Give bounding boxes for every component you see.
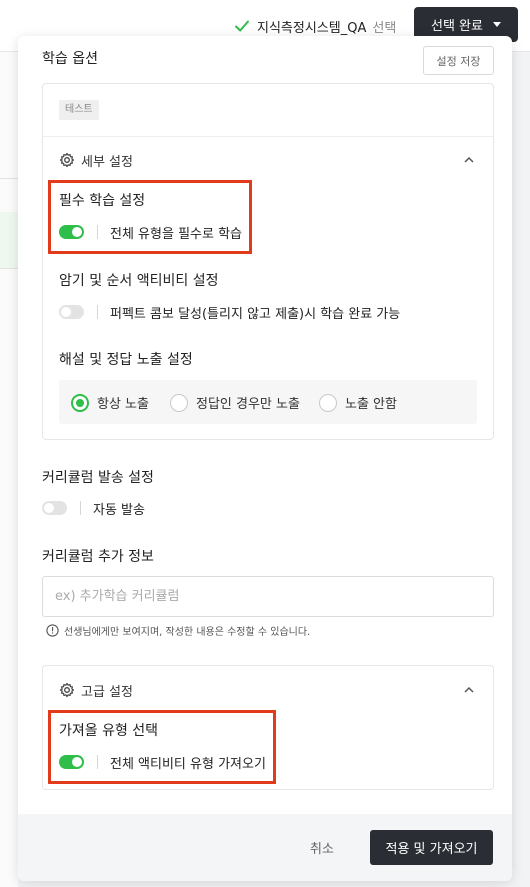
radio-label: 노출 안함 (345, 397, 397, 412)
curriculum-extra-heading: 커리큘럼 추가 정보 (42, 549, 154, 565)
divider (97, 225, 98, 239)
panel-footer: 취소 적용 및 가져오기 (18, 814, 512, 881)
divider (80, 501, 81, 515)
learning-options-card: 테스트 세부 설정 필수 학습 설정 전체 유형을 필수로 학습 암기 및 순서… (42, 83, 494, 440)
required-learning-label: 전체 유형을 필수로 학습 (110, 226, 242, 242)
required-learning-toggle[interactable] (59, 225, 84, 239)
panel-title: 학습 옵션 (42, 51, 98, 67)
memorize-order-row: 퍼펙트 콤보 달성(틀리지 않고 제출)시 학습 완료 가능 (59, 302, 400, 322)
background-divider (0, 178, 18, 179)
radio-button[interactable] (71, 393, 89, 412)
learning-options-panel: 학습 옵션 설정 저장 테스트 세부 설정 필수 학습 설정 전체 유형을 필수… (18, 36, 512, 881)
divider (97, 755, 98, 769)
selected-item-suffix: 선택 (372, 20, 397, 36)
test-tag: 테스트 (59, 100, 99, 120)
radio-button[interactable] (170, 393, 188, 412)
save-settings-button[interactable]: 설정 저장 (423, 46, 494, 75)
import-all-label: 전체 액티비티 유형 가져오기 (110, 756, 266, 772)
curriculum-extra-input[interactable] (42, 576, 494, 617)
apply-and-import-button[interactable]: 적용 및 가져오기 (370, 830, 493, 865)
gear-icon (59, 682, 75, 698)
detail-settings-header[interactable]: 세부 설정 (59, 150, 133, 170)
auto-send-label: 자동 발송 (93, 502, 145, 518)
background-selected-row (0, 212, 18, 268)
import-type-heading: 가져올 유형 선택 (59, 723, 159, 739)
explanation-radio-group: 항상 노출 정답인 경우만 노출 노출 안함 (59, 380, 477, 424)
chevron-up-icon[interactable] (463, 686, 475, 694)
caret-down-icon (492, 22, 501, 27)
radio-show-if-correct[interactable]: 정답인 경우만 노출 (170, 393, 300, 412)
curriculum-send-heading: 커리큘럼 발송 설정 (42, 470, 154, 486)
advanced-settings-card: 고급 설정 가져올 유형 선택 전체 액티비티 유형 가져오기 (42, 665, 494, 790)
background-divider (0, 268, 18, 269)
explanation-heading: 해설 및 정답 노출 설정 (59, 352, 193, 368)
required-learning-heading: 필수 학습 설정 (59, 193, 146, 209)
info-icon (46, 624, 59, 637)
cancel-button[interactable]: 취소 (310, 838, 334, 857)
check-icon (235, 20, 249, 32)
curriculum-send-row: 자동 발송 (42, 498, 145, 518)
perfect-combo-toggle[interactable] (59, 305, 84, 319)
memorize-order-heading: 암기 및 순서 액티비티 설정 (59, 273, 219, 289)
import-all-toggle[interactable] (59, 755, 84, 769)
curriculum-extra-note-text: 선생님에게만 보여지며, 작성한 내용은 수정할 수 있습니다. (64, 627, 311, 638)
tag-row: 테스트 (43, 84, 493, 137)
select-complete-label: 선택 완료 (431, 19, 483, 34)
selected-item-info: 지식측정시스템_QA 선택 (233, 14, 396, 38)
radio-button[interactable] (319, 393, 337, 412)
advanced-settings-header[interactable]: 고급 설정 (59, 680, 133, 700)
curriculum-extra-note: 선생님에게만 보여지며, 작성한 내용은 수정할 수 있습니다. (46, 623, 310, 638)
gear-icon (59, 152, 75, 168)
radio-label: 항상 노출 (97, 397, 149, 412)
radio-hide[interactable]: 노출 안함 (319, 393, 397, 412)
auto-send-toggle[interactable] (42, 501, 67, 515)
selected-item-name: 지식측정시스템_QA (257, 20, 367, 36)
perfect-combo-label: 퍼펙트 콤보 달성(틀리지 않고 제출)시 학습 완료 가능 (110, 306, 401, 322)
divider (97, 305, 98, 319)
advanced-settings-title: 고급 설정 (81, 684, 133, 700)
radio-always-show[interactable]: 항상 노출 (71, 393, 149, 412)
detail-settings-title: 세부 설정 (81, 154, 133, 170)
import-type-row: 전체 액티비티 유형 가져오기 (59, 752, 266, 772)
radio-label: 정답인 경우만 노출 (196, 397, 300, 412)
required-learning-row: 전체 유형을 필수로 학습 (59, 222, 242, 242)
chevron-up-icon[interactable] (463, 156, 475, 164)
